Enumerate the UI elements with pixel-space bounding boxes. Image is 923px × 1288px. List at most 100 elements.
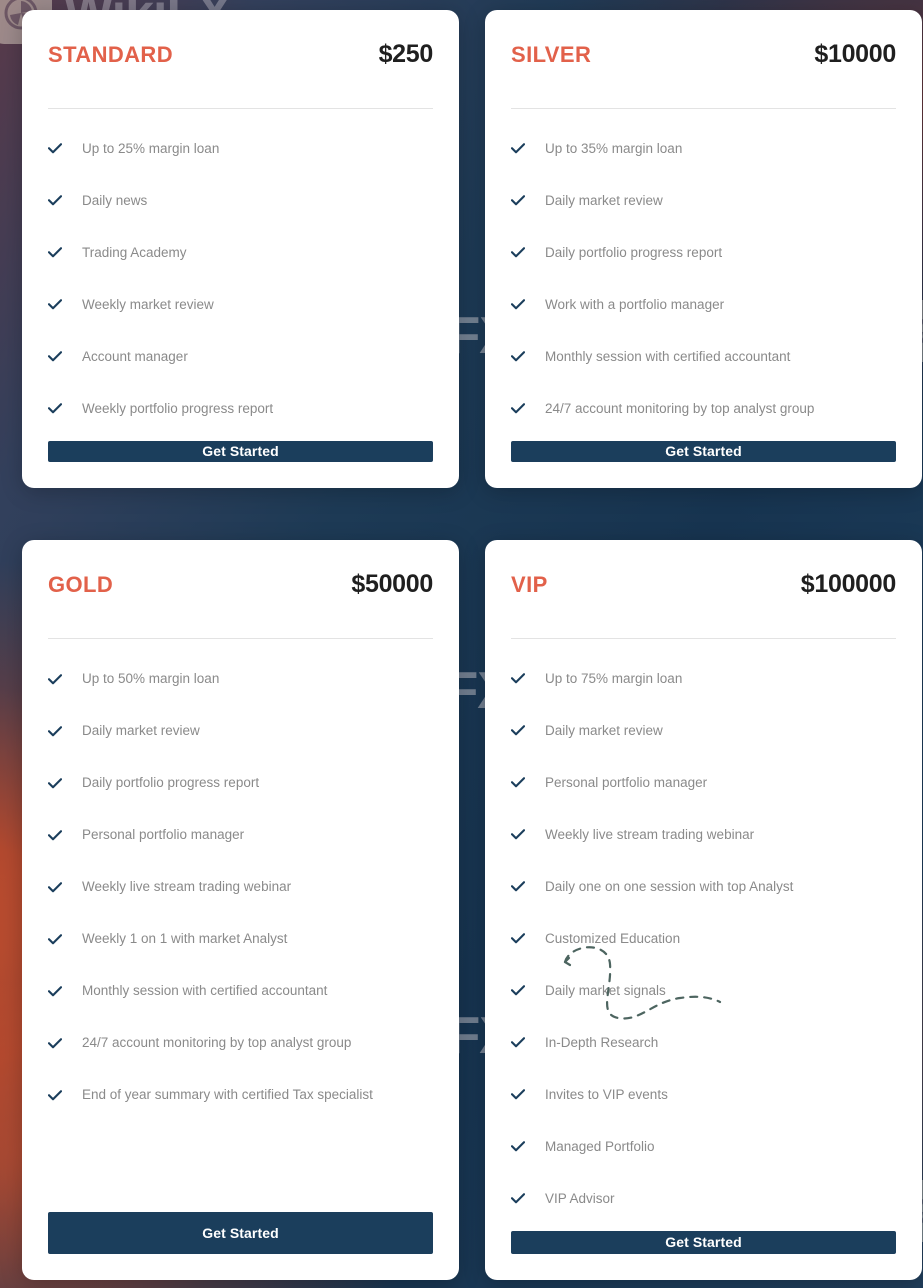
feature-label: Up to 25% margin loan [82, 140, 220, 156]
feature-label: Account manager [82, 348, 188, 364]
feature-label: Daily market signals [545, 982, 666, 998]
check-icon [511, 1121, 525, 1173]
list-item: Customized Education [511, 913, 896, 965]
feature-list: Up to 35% margin loan Daily market revie… [505, 123, 902, 435]
plan-price: $10000 [814, 40, 896, 68]
feature-label: Personal portfolio manager [545, 774, 708, 790]
feature-label: Monthly session with certified accountan… [82, 983, 328, 998]
feature-label: End of year summary with certified Tax s… [82, 1087, 373, 1102]
plan-price: $250 [378, 40, 434, 68]
get-started-button-vip[interactable]: Get Started [511, 1230, 896, 1254]
list-item: Daily portfolio progress report [511, 227, 896, 279]
check-icon [48, 705, 62, 757]
list-item: In-Depth Research [511, 1017, 896, 1069]
feature-label: Up to 50% margin loan [82, 671, 220, 686]
list-item: Up to 35% margin loan [511, 123, 896, 175]
check-icon [48, 227, 62, 279]
list-item: 24/7 account monitoring by top analyst g… [48, 1017, 433, 1069]
list-item: Daily one on one session with top Analys… [511, 861, 896, 913]
plan-header: GOLD $50000 [42, 540, 439, 599]
feature-label: Weekly 1 on 1 with market Analyst [82, 931, 288, 946]
check-icon [511, 1069, 525, 1121]
list-item: Weekly market review [48, 279, 433, 331]
grid-cell: STANDARD $250 Up to 25% margin loan Dail… [22, 10, 472, 488]
check-icon [48, 279, 62, 331]
check-icon [48, 1017, 62, 1069]
feature-label: Managed Portfolio [545, 1138, 655, 1154]
pricing-plan-grid: STANDARD $250 Up to 25% margin loan Dail… [0, 0, 923, 1280]
plan-price: $50000 [351, 570, 433, 598]
divider [511, 108, 896, 109]
feature-label: Invites to VIP events [545, 1086, 668, 1102]
check-icon [511, 965, 525, 1017]
check-icon [48, 653, 62, 705]
check-icon [48, 123, 62, 175]
get-started-button-silver[interactable]: Get Started [511, 440, 896, 462]
check-icon [48, 757, 62, 809]
list-item: Daily portfolio progress report [48, 757, 433, 809]
list-item: Monthly session with certified accountan… [48, 965, 433, 1017]
check-icon [48, 331, 62, 383]
feature-label: Monthly session with certified accountan… [545, 348, 791, 364]
plan-card-vip: VIP $100000 Up to 75% margin loan Daily … [485, 540, 922, 1280]
list-item: Up to 50% margin loan [48, 653, 433, 705]
plan-card-standard: STANDARD $250 Up to 25% margin loan Dail… [22, 10, 459, 488]
list-item: 24/7 account monitoring by top analyst g… [511, 383, 896, 435]
plan-header: SILVER $10000 [505, 10, 902, 69]
plan-header: VIP $100000 [505, 540, 902, 599]
list-item: Up to 25% margin loan [48, 123, 433, 175]
check-icon [511, 1173, 525, 1225]
list-item: Managed Portfolio [511, 1121, 896, 1173]
check-icon [511, 175, 525, 227]
list-item: Account manager [48, 331, 433, 383]
check-icon [48, 175, 62, 227]
list-item: Trading Academy [48, 227, 433, 279]
list-item: Weekly 1 on 1 with market Analyst [48, 913, 433, 965]
feature-list: Up to 25% margin loan Daily news Trading… [42, 123, 439, 435]
check-icon [511, 383, 525, 435]
list-item: Weekly live stream trading webinar [511, 809, 896, 861]
feature-label: Weekly live stream trading webinar [545, 826, 755, 842]
feature-label: Customized Education [545, 930, 681, 946]
feature-label: In-Depth Research [545, 1034, 659, 1050]
feature-label: Daily portfolio progress report [82, 775, 260, 790]
feature-label: Daily market review [545, 722, 663, 738]
list-item: End of year summary with certified Tax s… [48, 1069, 433, 1121]
check-icon [48, 1069, 62, 1121]
feature-label: Up to 35% margin loan [545, 140, 683, 156]
check-icon [511, 331, 525, 383]
get-started-button-standard[interactable]: Get Started [48, 440, 433, 462]
divider [511, 638, 896, 639]
plan-name: SILVER [511, 42, 592, 67]
list-item: Daily market signals [511, 965, 896, 1017]
get-started-button-gold[interactable]: Get Started [48, 1212, 433, 1254]
feature-label: Work with a portfolio manager [545, 296, 725, 312]
feature-label: Personal portfolio manager [82, 827, 245, 842]
feature-label: 24/7 account monitoring by top analyst g… [82, 1035, 352, 1050]
check-icon [48, 809, 62, 861]
grid-cell: SILVER $10000 Up to 35% margin loan Dail… [472, 10, 922, 488]
check-icon [48, 965, 62, 1017]
list-item: Weekly live stream trading webinar [48, 861, 433, 913]
check-icon [511, 653, 525, 705]
plan-name: GOLD [48, 572, 114, 597]
list-item: Up to 75% margin loan [511, 653, 896, 705]
check-icon [511, 705, 525, 757]
check-icon [511, 123, 525, 175]
plan-card-silver: SILVER $10000 Up to 35% margin loan Dail… [485, 10, 922, 488]
list-item: Invites to VIP events [511, 1069, 896, 1121]
feature-label: Up to 75% margin loan [545, 670, 683, 686]
check-icon [511, 227, 525, 279]
list-item: Weekly portfolio progress report [48, 383, 433, 435]
feature-label: Trading Academy [82, 244, 187, 260]
grid-cell: GOLD $50000 Up to 50% margin loan Daily … [22, 540, 472, 1280]
list-item: VIP Advisor [511, 1173, 896, 1225]
check-icon [511, 279, 525, 331]
check-icon [511, 809, 525, 861]
list-item: Daily news [48, 175, 433, 227]
check-icon [511, 913, 525, 965]
divider [48, 108, 433, 109]
list-item: Work with a portfolio manager [511, 279, 896, 331]
check-icon [511, 1017, 525, 1069]
feature-label: Weekly live stream trading webinar [82, 879, 292, 894]
